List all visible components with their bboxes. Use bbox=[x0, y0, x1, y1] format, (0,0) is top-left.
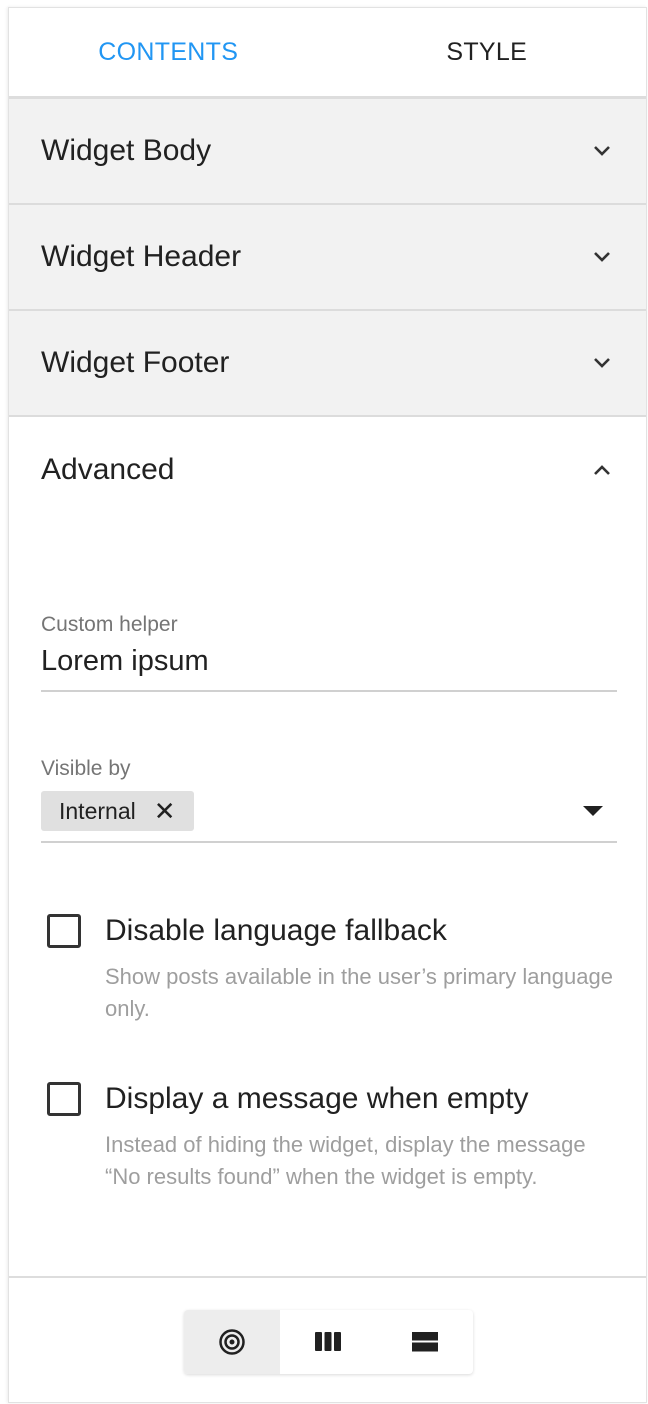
tab-contents[interactable]: CONTENTS bbox=[9, 8, 328, 96]
view-toggle-group bbox=[184, 1310, 473, 1374]
tab-bar: CONTENTS STYLE bbox=[9, 8, 646, 99]
checkbox-label[interactable]: Disable language fallback bbox=[105, 913, 615, 949]
chevron-down-icon bbox=[594, 252, 610, 262]
section-title: Widget Body bbox=[41, 134, 212, 167]
checkbox-display-message-when-empty: Display a message when empty Instead of … bbox=[47, 1081, 615, 1193]
toggle-rows[interactable] bbox=[377, 1310, 473, 1374]
checkbox-helper-text: Instead of hiding the widget, display th… bbox=[105, 1132, 586, 1189]
section-advanced[interactable]: Advanced bbox=[9, 417, 646, 523]
section-widget-header[interactable]: Widget Header bbox=[9, 205, 646, 311]
target-icon bbox=[219, 1329, 245, 1355]
custom-helper-label: Custom helper bbox=[41, 613, 178, 636]
dropdown-arrow-icon[interactable] bbox=[583, 806, 603, 816]
visible-by-field[interactable]: Visible by Internal ✕ bbox=[41, 757, 617, 843]
custom-helper-input[interactable]: Lorem ipsum bbox=[41, 645, 617, 692]
section-title: Widget Footer bbox=[41, 346, 230, 379]
chip-internal: Internal ✕ bbox=[41, 791, 194, 831]
chevron-down-icon bbox=[594, 358, 610, 368]
columns-icon bbox=[315, 1332, 342, 1351]
section-widget-body[interactable]: Widget Body bbox=[9, 99, 646, 205]
toggle-target[interactable] bbox=[184, 1310, 281, 1374]
chip-label: Internal bbox=[59, 797, 136, 824]
rows-icon bbox=[411, 1332, 438, 1352]
chevron-up-icon bbox=[594, 465, 610, 475]
chevron-down-icon bbox=[594, 146, 610, 156]
section-widget-footer[interactable]: Widget Footer bbox=[9, 311, 646, 417]
footer-divider bbox=[9, 1276, 646, 1278]
section-title: Widget Header bbox=[41, 240, 242, 273]
checkbox-label[interactable]: Display a message when empty bbox=[105, 1081, 615, 1117]
checkbox-helper-text: Show posts available in the user’s prima… bbox=[105, 964, 613, 1021]
close-icon[interactable]: ✕ bbox=[154, 796, 176, 827]
settings-panel: CONTENTS STYLE Widget Body Widget Header… bbox=[8, 7, 647, 1403]
section-title: Advanced bbox=[41, 453, 175, 486]
checkbox[interactable] bbox=[47, 914, 81, 948]
toggle-columns[interactable] bbox=[280, 1310, 376, 1374]
tab-style[interactable]: STYLE bbox=[328, 8, 647, 96]
visible-by-label: Visible by bbox=[41, 757, 131, 780]
custom-helper-field[interactable]: Custom helper Lorem ipsum bbox=[41, 613, 617, 692]
checkbox[interactable] bbox=[47, 1082, 81, 1116]
checkbox-disable-language-fallback: Disable language fallback Show posts ava… bbox=[47, 913, 615, 1025]
